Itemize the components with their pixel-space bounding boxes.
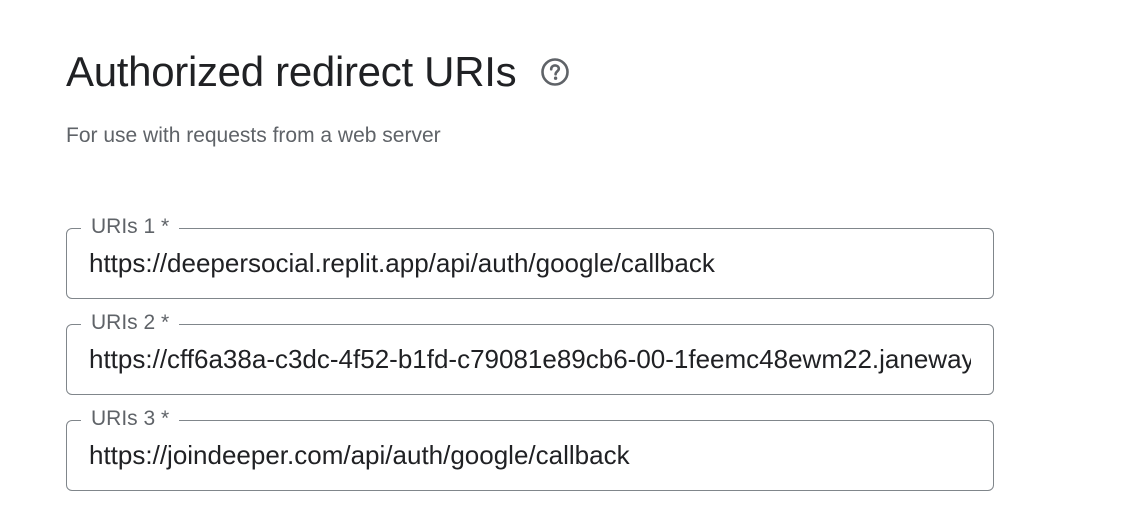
section-subtitle: For use with requests from a web server bbox=[66, 124, 441, 147]
section-title: Authorized redirect URIs bbox=[66, 48, 517, 95]
uri-field-1[interactable]: URIs 1 * bbox=[66, 214, 994, 299]
uri-field-1-label: URIs 1 * bbox=[81, 214, 180, 240]
uri-input-2[interactable] bbox=[89, 341, 971, 377]
uri-field-3[interactable]: URIs 3 * bbox=[66, 406, 994, 491]
uri-input-1[interactable] bbox=[89, 245, 971, 281]
uri-input-3[interactable] bbox=[89, 437, 971, 473]
help-circle-icon-graphic bbox=[541, 58, 570, 86]
uri-field-2[interactable]: URIs 2 * bbox=[66, 310, 994, 395]
uri-field-2-label: URIs 2 * bbox=[81, 310, 180, 336]
help-circle-icon[interactable] bbox=[540, 57, 570, 87]
section-header: Authorized redirect URIs bbox=[66, 46, 570, 98]
uri-field-3-label: URIs 3 * bbox=[81, 406, 180, 432]
authorized-redirect-uris-section: Authorized redirect URIs For use with re… bbox=[0, 0, 1122, 532]
